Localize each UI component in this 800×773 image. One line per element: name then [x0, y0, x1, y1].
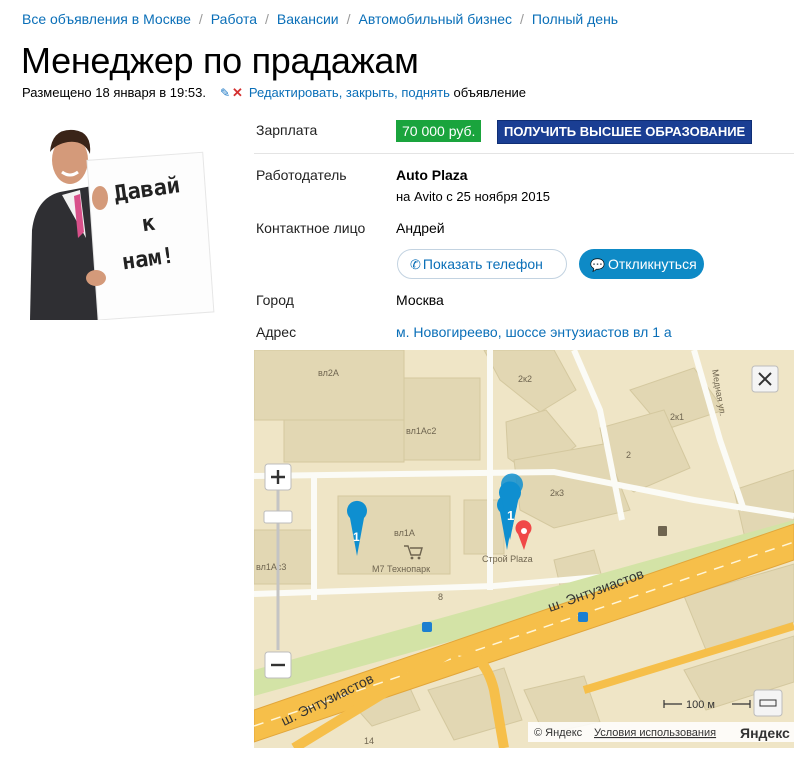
breadcrumb-auto-business[interactable]: Автомобильный бизнес: [359, 11, 513, 27]
address-link[interactable]: м. Новогиреево, шоссе энтузиастов вл 1 а: [396, 324, 672, 340]
salary-badge: 70 000 руб.: [396, 120, 482, 142]
education-banner[interactable]: ПОЛУЧИТЬ ВЫСШЕЕ ОБРАЗОВАНИЕ: [497, 120, 753, 144]
breadcrumb: Все объявления в Москве / Работа / Вакансии /…: [22, 11, 618, 27]
map-label-vl1ac2: вл1Ас2: [406, 426, 436, 436]
breadcrumb-separator: /: [520, 11, 524, 27]
map-zoom-out-button[interactable]: [264, 651, 292, 679]
man-with-sign-image: Давай к нам!: [22, 120, 220, 320]
map-label-2k1: 2к1: [670, 412, 684, 422]
city-label: Город: [256, 292, 294, 308]
map-label-vl1ac3: вл1Ас3: [256, 562, 286, 572]
breadcrumb-separator: /: [265, 11, 269, 27]
city-value: Москва: [396, 292, 444, 308]
map-label-2k2: 2к2: [518, 374, 532, 384]
employer-name: Auto Plaza: [396, 167, 468, 183]
edit-link[interactable]: Редактировать, закрыть, поднять: [249, 85, 450, 100]
respond-button[interactable]: 💬 Откликнуться: [579, 249, 704, 279]
breadcrumb-separator: /: [346, 11, 351, 27]
breadcrumb-separator: /: [198, 11, 203, 27]
divider: [254, 153, 794, 154]
pin-count: 1: [353, 530, 360, 544]
pencil-icon[interactable]: ✎: [220, 86, 230, 100]
map-label-m7: М7 Технопарк: [372, 564, 430, 574]
show-phone-button[interactable]: ✆ Показать телефон: [397, 249, 567, 279]
respond-label: Откликнуться: [607, 256, 697, 272]
pin-count: 1: [507, 508, 514, 523]
gas-station-icon: [658, 526, 667, 536]
map-label-2k3: 2к3: [550, 488, 564, 498]
map-label-2: 2: [626, 450, 631, 460]
show-phone-label: Показать телефон: [422, 256, 543, 272]
map-copyright: © Яндекс: [534, 727, 583, 739]
scale-label: 100 м: [686, 699, 715, 711]
map[interactable]: вл2А 2к2 вл1Ас2 Медная ул. 2к1 2 2к3 вл1…: [254, 350, 794, 748]
map-label-8: 8: [438, 592, 443, 602]
map-canvas[interactable]: вл2А 2к2 вл1Ас2 Медная ул. 2к1 2 2к3 вл1…: [254, 350, 794, 748]
zoom-slider-handle[interactable]: [263, 510, 293, 524]
close-x-icon[interactable]: ✕: [232, 85, 243, 100]
map-label-14: 14: [364, 736, 374, 746]
address-label: Адрес: [256, 324, 297, 340]
breadcrumb-work[interactable]: Работа: [211, 11, 257, 27]
breadcrumb-all-moscow[interactable]: Все объявления в Москве: [22, 11, 191, 27]
chat-bubble-icon: 💬: [590, 258, 605, 272]
breadcrumb-full-day[interactable]: Полный день: [532, 11, 618, 27]
phone-icon: ✆: [410, 257, 421, 272]
map-terms-link[interactable]: Условия использования: [594, 727, 716, 739]
employer-since: на Avito с 25 ноября 2015: [396, 189, 551, 204]
map-close-button[interactable]: [751, 365, 779, 393]
listing-photo[interactable]: Давай к нам!: [22, 120, 220, 320]
contact-label: Контактное лицо: [256, 220, 366, 236]
map-label-vl1a: вл1А: [394, 528, 415, 538]
yandex-logo[interactable]: Яндекс: [740, 725, 790, 741]
ruler-button[interactable]: [753, 689, 783, 717]
contact-name: Андрей: [396, 220, 445, 236]
employer-label: Работодатель: [256, 167, 347, 183]
bus-stop-icon: [578, 612, 588, 622]
map-label-vl2a: вл2А: [318, 368, 339, 378]
map-label-stroy-plaza: Строй Plaza: [482, 554, 533, 564]
posted-date: Размещено 18 января в 19:53.: [22, 85, 206, 100]
post-meta: Размещено 18 января в 19:53. ✎ ✕ Редактиров…: [22, 85, 526, 101]
map-zoom-in-button[interactable]: [264, 463, 292, 491]
meta-suffix: объявление: [453, 85, 526, 100]
salary-label: Зарплата: [256, 122, 318, 138]
bus-stop-icon: [422, 622, 432, 632]
page-title: Менеджер по прадажам: [21, 40, 419, 81]
breadcrumb-vacancies[interactable]: Вакансии: [277, 11, 339, 27]
